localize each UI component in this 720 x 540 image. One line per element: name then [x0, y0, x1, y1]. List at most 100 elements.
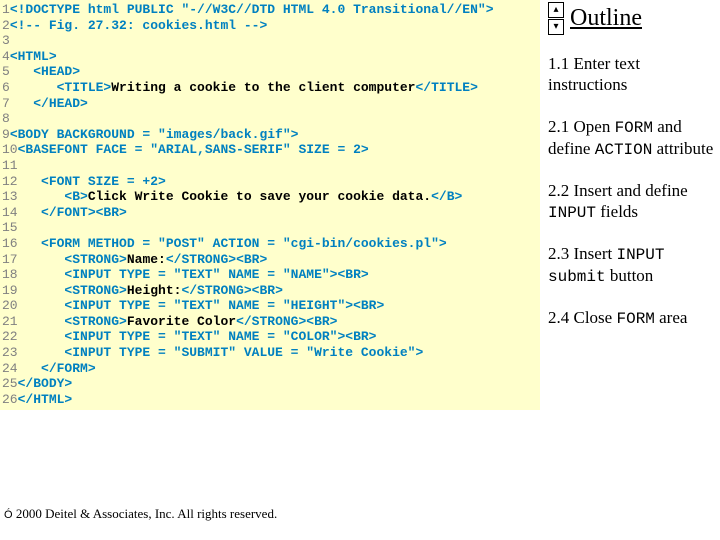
code-line: 13 <B>Click Write Cookie to save your co…	[2, 189, 540, 205]
code-line: 4<HTML>	[2, 49, 540, 65]
code-token: <STRONG>	[64, 283, 126, 298]
code-line: 21 <STRONG>Favorite Color</STRONG><BR>	[2, 314, 540, 330]
code-line: 16 <FORM METHOD = "POST" ACTION = "cgi-b…	[2, 236, 540, 252]
line-number: 21	[2, 314, 18, 330]
outline-keyword: INPUT	[548, 204, 596, 222]
line-number: 6	[2, 80, 10, 96]
code-token: Writing a cookie to the client computer	[111, 80, 415, 95]
code-line: 17 <STRONG>Name:</STRONG><BR>	[2, 252, 540, 268]
code-token: <BODY BACKGROUND = "images/back.gif">	[10, 127, 299, 142]
outline-header: ▴ ▾ Outline	[548, 0, 718, 35]
code-token: </BODY>	[18, 376, 73, 391]
code-token: </B>	[431, 189, 462, 204]
code-line: 3	[2, 33, 540, 49]
code-line: 6 <TITLE>Writing a cookie to the client …	[2, 80, 540, 96]
line-number: 1	[2, 2, 10, 18]
code-line: 7 </HEAD>	[2, 96, 540, 112]
code-token: <INPUT TYPE = "SUBMIT" VALUE = "Write Co…	[64, 345, 423, 360]
code-line: 24 </FORM>	[2, 361, 540, 377]
code-line: 5 <HEAD>	[2, 64, 540, 80]
code-token: <STRONG>	[64, 252, 126, 267]
outline-text: fields	[596, 202, 638, 221]
line-number: 17	[2, 252, 18, 268]
code-token: <INPUT TYPE = "TEXT" NAME = "COLOR"><BR>	[64, 329, 376, 344]
code-line: 10<BASEFONT FACE = "ARIAL,SANS-SERIF" SI…	[2, 142, 540, 158]
copyright-symbol: Ó	[4, 509, 13, 521]
copyright-text: 2000 Deitel & Associates, Inc. All right…	[13, 506, 278, 521]
outline-item: 2.3 Insert INPUT submit button	[548, 243, 718, 287]
outline-keyword: ACTION	[595, 141, 653, 159]
line-number: 12	[2, 174, 18, 190]
copyright-footer: Ó 2000 Deitel & Associates, Inc. All rig…	[4, 506, 277, 522]
line-number: 16	[2, 236, 18, 252]
line-number: 9	[2, 127, 10, 143]
line-number: 14	[2, 205, 18, 221]
line-number: 8	[2, 111, 10, 127]
outline-text: 2.2 Insert and define	[548, 181, 688, 200]
code-token: <STRONG>	[64, 314, 126, 329]
outline-text: 2.4 Close	[548, 308, 616, 327]
line-number: 5	[2, 64, 10, 80]
code-line: 26</HTML>	[2, 392, 540, 408]
line-number: 7	[2, 96, 10, 112]
line-number: 11	[2, 158, 18, 174]
outline-text: 2.3 Insert	[548, 244, 616, 263]
code-token: <INPUT TYPE = "TEXT" NAME = "HEIGHT"><BR…	[64, 298, 384, 313]
code-token: <!-- Fig. 27.32: cookies.html -->	[10, 18, 267, 33]
outline-item: 2.1 Open FORM and define ACTION attribut…	[548, 116, 718, 160]
line-number: 26	[2, 392, 18, 408]
code-token: <B>	[64, 189, 87, 204]
code-token: <FORM METHOD = "POST" ACTION = "cgi-bin/…	[41, 236, 447, 251]
line-number: 4	[2, 49, 10, 65]
line-number: 15	[2, 220, 18, 236]
code-line: 9<BODY BACKGROUND = "images/back.gif">	[2, 127, 540, 143]
line-number: 2	[2, 18, 10, 34]
code-token: </STRONG><BR>	[181, 283, 282, 298]
code-token: <INPUT TYPE = "TEXT" NAME = "NAME"><BR>	[64, 267, 368, 282]
code-token: Favorite Color	[127, 314, 236, 329]
code-line: 1<!DOCTYPE html PUBLIC "-//W3C//DTD HTML…	[2, 2, 540, 18]
outline-panel: ▴ ▾ Outline 1.1 Enter text instructions 2…	[548, 0, 718, 349]
outline-nav: ▴ ▾	[548, 2, 564, 35]
code-token: <HEAD>	[33, 64, 80, 79]
nav-down-icon[interactable]: ▾	[548, 19, 564, 35]
outline-keyword: FORM	[615, 119, 653, 137]
outline-item: 2.2 Insert and define INPUT fields	[548, 180, 718, 223]
outline-text: 2.1 Open	[548, 117, 615, 136]
code-line: 25</BODY>	[2, 376, 540, 392]
code-token: </FORM>	[41, 361, 96, 376]
code-token: <FONT SIZE = +2>	[41, 174, 166, 189]
code-token: </HTML>	[18, 392, 73, 407]
code-line: 20 <INPUT TYPE = "TEXT" NAME = "HEIGHT">…	[2, 298, 540, 314]
code-line: 8	[2, 111, 540, 127]
code-token: </STRONG><BR>	[166, 252, 267, 267]
code-line: 12 <FONT SIZE = +2>	[2, 174, 540, 190]
outline-keyword: FORM	[616, 310, 654, 328]
code-token: Click Write Cookie to save your cookie d…	[88, 189, 431, 204]
outline-text: area	[655, 308, 688, 327]
line-number: 10	[2, 142, 18, 158]
nav-up-icon[interactable]: ▴	[548, 2, 564, 18]
outline-text: attribute	[652, 139, 713, 158]
line-number: 19	[2, 283, 18, 299]
code-token: Name:	[127, 252, 166, 267]
code-token: </HEAD>	[33, 96, 88, 111]
outline-text: 1.1 Enter text instructions	[548, 54, 640, 94]
line-number: 25	[2, 376, 18, 392]
code-token: Height:	[127, 283, 182, 298]
code-listing: 1<!DOCTYPE html PUBLIC "-//W3C//DTD HTML…	[0, 0, 540, 410]
code-line: 19 <STRONG>Height:</STRONG><BR>	[2, 283, 540, 299]
line-number: 24	[2, 361, 18, 377]
line-number: 20	[2, 298, 18, 314]
code-token: <TITLE>	[57, 80, 112, 95]
code-token: <BASEFONT FACE = "ARIAL,SANS-SERIF" SIZE…	[18, 142, 369, 157]
outline-text: button	[606, 266, 654, 285]
line-number: 13	[2, 189, 18, 205]
code-token: </STRONG><BR>	[236, 314, 337, 329]
code-token: </TITLE>	[415, 80, 477, 95]
outline-item: 1.1 Enter text instructions	[548, 53, 718, 96]
code-token: </FONT><BR>	[41, 205, 127, 220]
line-number: 23	[2, 345, 18, 361]
line-number: 18	[2, 267, 18, 283]
outline-item: 2.4 Close FORM area	[548, 307, 718, 329]
